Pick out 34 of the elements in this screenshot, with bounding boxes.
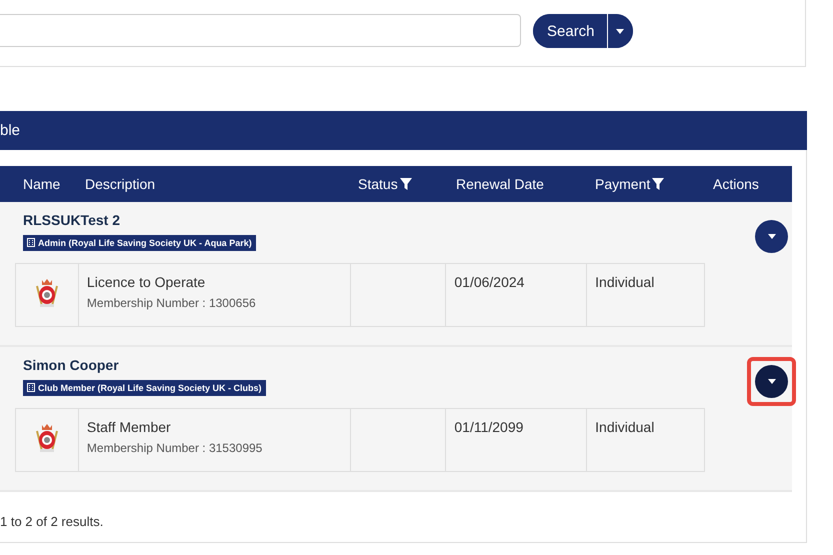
column-header: Description [85,176,156,192]
role-badge: Club Member (Royal Life Saving Society UK - Clubs) [23,380,266,396]
crest-logo-icon [34,278,60,308]
actions-button[interactable] [755,365,788,398]
renewal-date: 01/11/2099 [454,419,524,435]
building-icon [27,238,35,247]
member-name: RLSSUKTest 2 [23,212,121,228]
column-header: Payment [595,176,650,192]
filter-icon[interactable] [400,178,412,190]
membership-type: Licence to Operate [86,274,206,290]
column-header: Actions [713,176,759,192]
filter-icon[interactable] [652,178,664,190]
caret-icon [768,234,776,239]
column-header: Status [358,176,398,192]
membership-type: Staff Member [86,419,172,435]
building-icon [27,383,35,392]
actions-button[interactable] [755,220,788,253]
renewal-date: 01/06/2024 [454,274,524,290]
payment-type: Individual [595,419,654,435]
results-summary: 1 to 2 of 2 results. [0,514,104,529]
membership-number: Membership Number : 1300656 [86,296,257,310]
column-header: Renewal Date [456,176,544,192]
column-header: Name [23,176,60,192]
membership-number: Membership Number : 31530995 [86,441,264,455]
caret-icon [768,379,776,384]
search-button[interactable]: Search [533,14,608,48]
search-split-button[interactable]: Search [533,14,633,48]
crest-logo-icon [34,423,60,453]
payment-type: Individual [595,274,654,290]
role-badge: Admin (Royal Life Saving Society UK - Aqua Park) [23,234,256,250]
member-name: Simon Cooper [23,357,120,373]
caret-icon [616,28,624,34]
search-field[interactable] [0,14,521,47]
panel-title: ble [0,122,20,139]
